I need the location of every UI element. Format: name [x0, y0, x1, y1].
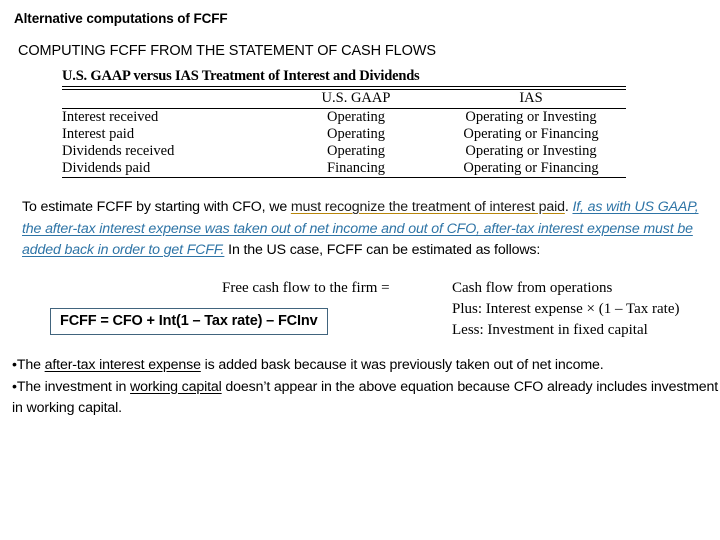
slide-canvas: Alternative computations of FCFF COMPUTI… [0, 0, 720, 540]
list-item: •The after-tax interest expense is added… [12, 355, 718, 377]
paragraph-tail: In the US case, FCFF can be estimated as… [224, 242, 541, 258]
page-title: Alternative computations of FCFF [14, 11, 228, 26]
equation-line-less-fcinv: Less: Investment in fixed capital [452, 322, 648, 338]
cell-ias: Operating or Investing [465, 142, 597, 159]
bullet-pre: The [16, 357, 45, 373]
highlight-interest-paid: must recognize the treatment of interest… [290, 199, 565, 215]
bullet-post: is added bask because it was previously … [200, 357, 604, 373]
paragraph-lead: To estimate FCFF by starting with CFO, w… [22, 199, 291, 215]
cell-item: Interest paid [62, 125, 135, 142]
cell-ias: Operating or Financing [463, 125, 599, 142]
bullet-list: •The after-tax interest expense is added… [12, 355, 718, 420]
table-caption: U.S. GAAP versus IAS Treatment of Intere… [62, 68, 626, 87]
bullet-underlined-term: after-tax interest expense [44, 357, 201, 373]
column-header-item [62, 89, 276, 109]
table-row: Interest paid Operating Operating or Fin… [62, 126, 626, 143]
table-header-row: U.S. GAAP IAS [62, 89, 626, 109]
cell-us-gaap: Operating [327, 108, 385, 125]
page-subtitle: COMPUTING FCFF FROM THE STATEMENT OF CAS… [18, 43, 436, 59]
fcff-formula-text: FCFF = CFO + Int(1 – Tax rate) – FCInv [60, 313, 318, 329]
list-item: •The investment in working capital doesn… [12, 377, 718, 420]
cell-item: Interest received [62, 108, 159, 125]
gaap-ias-table-block: U.S. GAAP versus IAS Treatment of Intere… [62, 68, 626, 178]
bullet-underlined-term: working capital [130, 378, 222, 395]
table-row: Dividends paid Financing Operating or Fi… [62, 159, 626, 178]
equation-left-label: Free cash flow to the firm = [222, 280, 390, 296]
cell-ias: Operating or Investing [465, 108, 597, 125]
gaap-ias-table: U.S. GAAP IAS Interest received Operatin… [62, 89, 626, 178]
equation-component-list: Cash flow from operations Plus: Interest… [452, 278, 679, 341]
equation-line-cfo: Cash flow from operations [452, 280, 613, 296]
column-header-us-gaap: U.S. GAAP [276, 89, 436, 109]
cell-item: Dividends paid [62, 159, 276, 178]
cell-item: Dividends received [62, 142, 175, 159]
column-header-ias: IAS [436, 89, 626, 109]
cell-us-gaap: Financing [276, 159, 436, 178]
cell-ias: Operating or Financing [436, 159, 626, 178]
equation-line-plus-interest: Plus: Interest expense × (1 – Tax rate) [452, 301, 680, 317]
cell-us-gaap: Operating [327, 125, 385, 142]
table-row: Dividends received Operating Operating o… [62, 143, 626, 160]
fcff-formula-box: FCFF = CFO + Int(1 – Tax rate) – FCInv [50, 308, 328, 335]
body-paragraph: To estimate FCFF by starting with CFO, w… [22, 197, 702, 262]
bullet-pre: The investment in [16, 378, 131, 395]
table-row: Interest received Operating Operating or… [62, 108, 626, 126]
cell-us-gaap: Operating [327, 142, 385, 159]
